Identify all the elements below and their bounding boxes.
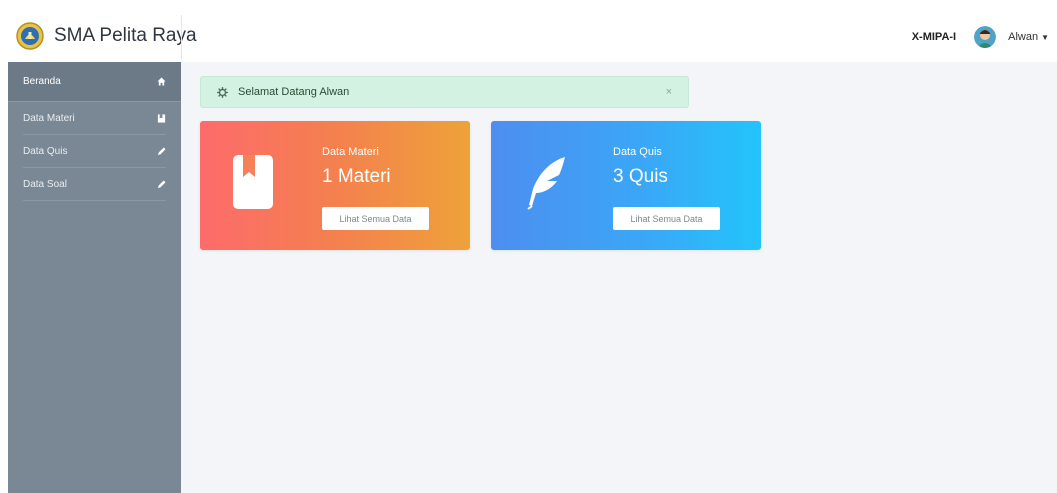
sidebar-item-label: Data Materi (23, 112, 75, 124)
feather-icon (521, 153, 571, 213)
brand-divider (181, 15, 182, 59)
brand-name: SMA Pelita Raya (54, 25, 197, 46)
class-label: X-MIPA-I (911, 31, 957, 43)
caret-down-icon[interactable]: ▼ (1041, 33, 1049, 42)
sidebar-item-data-soal[interactable]: Data Soal (23, 168, 166, 201)
sidebar-item-data-materi[interactable]: Data Materi (23, 102, 166, 135)
welcome-alert: Selamat Datang Alwan × (200, 76, 689, 108)
sidebar-item-label: Data Quis (23, 145, 68, 157)
card-data-quis: Data Quis 3 Quis Lihat Semua Data (491, 121, 761, 250)
sidebar-item-label: Data Soal (23, 178, 67, 190)
main-content: Selamat Datang Alwan × Data Materi 1 Mat… (181, 62, 1057, 493)
sidebar-item-beranda[interactable]: Beranda (8, 62, 181, 102)
view-all-quis-button[interactable]: Lihat Semua Data (613, 207, 720, 230)
sidebar: Beranda Data Materi Data Quis Data Soal (8, 62, 181, 493)
card-title: Data Materi (322, 146, 379, 158)
school-emblem-icon (16, 21, 44, 51)
alert-message: Selamat Datang Alwan (238, 86, 350, 98)
top-navbar: SMA Pelita Raya X-MIPA-I Alwan ▼ (0, 0, 1057, 62)
card-title: Data Quis (613, 146, 662, 158)
book-icon (156, 113, 166, 123)
pencil-icon (156, 179, 166, 189)
card-data-materi: Data Materi 1 Materi Lihat Semua Data (200, 121, 470, 250)
user-menu-toggle[interactable]: Alwan (1008, 31, 1038, 43)
card-value: 1 Materi (322, 166, 391, 187)
view-all-materi-button[interactable]: Lihat Semua Data (322, 207, 429, 230)
alert-close-button[interactable]: × (666, 86, 672, 98)
sidebar-item-data-quis[interactable]: Data Quis (23, 135, 166, 168)
bookmark-book-icon (230, 153, 280, 213)
user-area: X-MIPA-I Alwan ▼ (912, 24, 1049, 50)
card-value: 3 Quis (613, 166, 668, 187)
sidebar-item-label: Beranda (23, 76, 61, 87)
home-icon (156, 77, 166, 87)
brand[interactable]: SMA Pelita Raya (8, 15, 197, 57)
pencil-icon (156, 146, 166, 156)
user-avatar-icon[interactable] (974, 26, 997, 48)
gear-icon (217, 86, 228, 98)
